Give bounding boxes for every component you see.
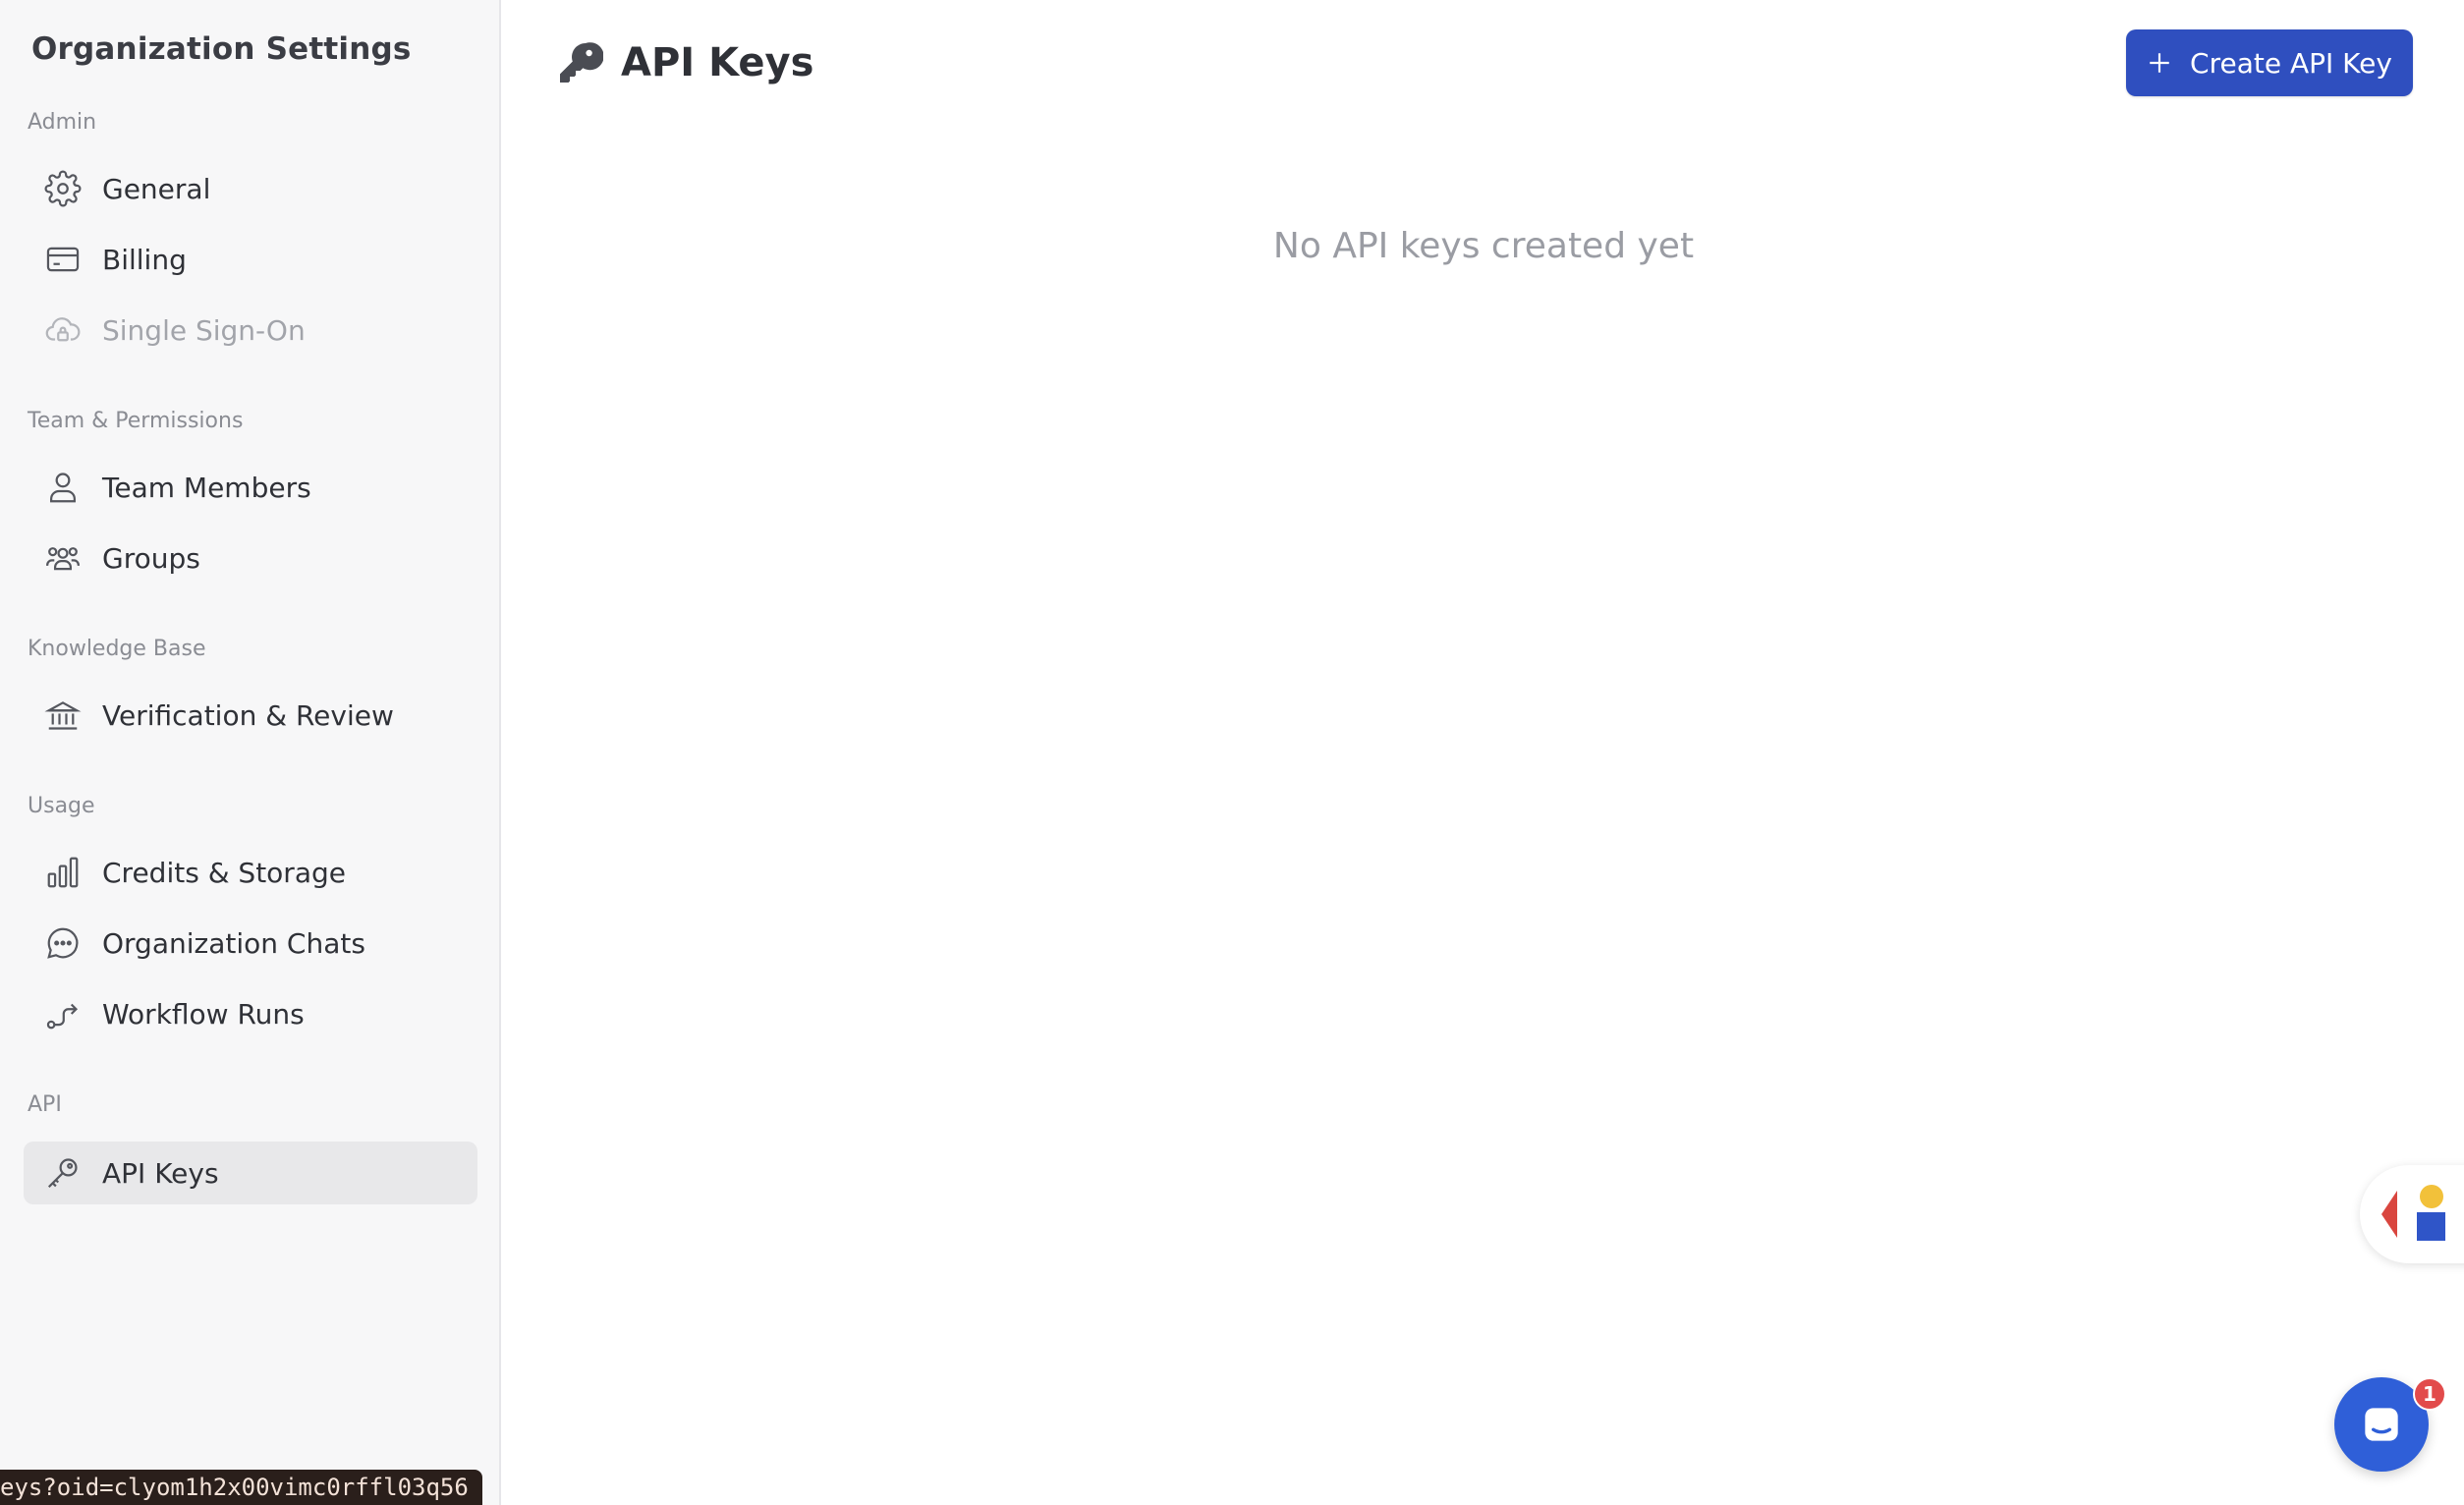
section-label-api: API <box>28 1092 62 1117</box>
sidebar-item-groups[interactable]: Groups <box>24 527 477 589</box>
section-label-knowledge-base: Knowledge Base <box>28 637 206 661</box>
user-icon <box>43 468 83 507</box>
app-root: Organization Settings Admin General Bill… <box>0 0 2464 1505</box>
sidebar-item-api-keys[interactable]: API Keys <box>24 1142 477 1204</box>
page-title: API Keys <box>621 40 814 85</box>
sidebar-item-label: Billing <box>102 243 187 276</box>
chat-bubble-icon <box>43 923 83 963</box>
key-icon <box>556 39 604 86</box>
create-api-key-label: Create API Key <box>2190 46 2392 80</box>
assistant-launcher[interactable] <box>2360 1165 2464 1263</box>
sidebar-title: Organization Settings <box>31 31 412 67</box>
sidebar-item-label: Credits & Storage <box>102 856 346 889</box>
key-icon <box>43 1153 83 1193</box>
create-api-key-button[interactable]: Create API Key <box>2126 29 2413 96</box>
notification-badge: 1 <box>2413 1377 2446 1411</box>
sidebar-item-organization-chats[interactable]: Organization Chats <box>24 912 477 975</box>
sidebar-item-credits-storage[interactable]: Credits & Storage <box>24 841 477 904</box>
route-icon <box>43 994 83 1033</box>
sidebar-item-label: Single Sign-On <box>102 313 306 347</box>
sidebar-item-billing[interactable]: Billing <box>24 228 477 291</box>
gear-icon <box>43 169 83 208</box>
sidebar-item-label: Team Members <box>102 471 311 504</box>
plus-icon <box>2147 50 2172 76</box>
sidebar-item-general[interactable]: General <box>24 157 477 220</box>
credit-card-icon <box>43 240 83 279</box>
sidebar-item-label: General <box>102 172 211 205</box>
sidebar-item-label: Workflow Runs <box>102 997 305 1031</box>
page-header: API Keys <box>556 35 813 90</box>
sidebar-item-verification-review[interactable]: Verification & Review <box>24 684 477 747</box>
sidebar-item-team-members[interactable]: Team Members <box>24 456 477 519</box>
chat-icon <box>2365 1408 2398 1441</box>
sidebar: Organization Settings Admin General Bill… <box>0 0 501 1505</box>
bank-icon <box>43 696 83 735</box>
bar-chart-icon <box>43 853 83 892</box>
sidebar-item-workflow-runs[interactable]: Workflow Runs <box>24 982 477 1045</box>
section-label-admin: Admin <box>28 110 97 135</box>
brand-logo-icon <box>2381 1185 2445 1241</box>
sidebar-item-label: Groups <box>102 541 200 575</box>
status-bar-url: eys?oid=clyom1h2x00vimc0rffl03q56 <box>0 1470 482 1505</box>
cloud-lock-icon <box>43 310 83 350</box>
users-group-icon <box>43 538 83 578</box>
sidebar-item-label: API Keys <box>102 1156 219 1190</box>
sidebar-item-label: Verification & Review <box>102 698 394 732</box>
section-label-usage: Usage <box>28 794 95 818</box>
section-label-team: Team & Permissions <box>28 409 244 433</box>
sidebar-item-single-sign-on[interactable]: Single Sign-On <box>24 299 477 362</box>
sidebar-item-label: Organization Chats <box>102 926 365 960</box>
empty-state-message: No API keys created yet <box>1272 226 1695 266</box>
